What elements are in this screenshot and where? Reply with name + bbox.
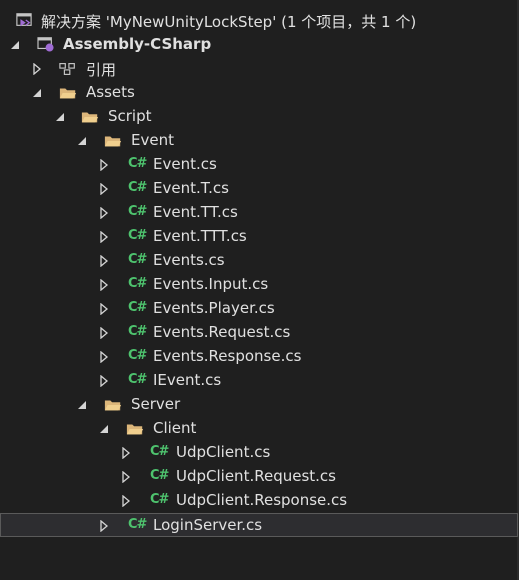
references-icon (59, 63, 75, 75)
collapsed-arrow-icon[interactable] (98, 351, 110, 363)
solution-icon (16, 13, 32, 27)
references-node[interactable]: 引用 (0, 57, 519, 81)
file-node[interactable]: C# Events.Input.cs (0, 273, 519, 297)
collapsed-arrow-icon[interactable] (98, 327, 110, 339)
solution-label: 解决方案 'MyNewUnityLockStep' (1 个项目，共 1 个) (41, 13, 417, 31)
collapsed-arrow-icon[interactable] (98, 231, 110, 243)
csharp-file-icon: C# (128, 228, 147, 243)
server-folder-label: Server (131, 395, 181, 413)
csharp-file-icon: C# (128, 252, 147, 267)
file-label: Events.Player.cs (153, 299, 275, 317)
collapsed-arrow-icon[interactable] (98, 279, 110, 291)
csharp-file-icon: C# (128, 324, 147, 339)
solution-node[interactable]: 解决方案 'MyNewUnityLockStep' (1 个项目，共 1 个) (0, 9, 519, 33)
expanded-arrow-icon[interactable] (76, 135, 88, 147)
file-node[interactable]: C# Events.Response.cs (0, 345, 519, 369)
expanded-arrow-icon[interactable] (76, 399, 88, 411)
collapsed-arrow-icon[interactable] (98, 183, 110, 195)
file-node[interactable]: C# Event.TTT.cs (0, 225, 519, 249)
assets-folder[interactable]: Assets (0, 81, 519, 105)
project-label: Assembly-CSharp (63, 35, 212, 53)
client-folder-label: Client (153, 419, 197, 437)
script-folder[interactable]: Script (0, 105, 519, 129)
collapsed-arrow-icon[interactable] (98, 207, 110, 219)
file-node[interactable]: C# Events.Player.cs (0, 297, 519, 321)
csharp-file-icon: C# (128, 300, 147, 315)
file-label: Events.Response.cs (153, 347, 302, 365)
file-node[interactable]: C# Events.cs (0, 249, 519, 273)
collapsed-arrow-icon[interactable] (31, 63, 43, 75)
file-label: Events.Input.cs (153, 275, 269, 293)
csharp-file-icon: C# (128, 276, 147, 291)
expanded-arrow-icon[interactable] (98, 423, 110, 435)
collapsed-arrow-icon[interactable] (120, 471, 132, 483)
event-folder[interactable]: Event (0, 129, 519, 153)
file-label: UdpClient.Response.cs (176, 491, 348, 509)
csharp-file-icon: C# (128, 372, 147, 387)
file-label: UdpClient.cs (176, 443, 271, 461)
assets-label: Assets (86, 83, 135, 101)
csharp-file-icon: C# (128, 204, 147, 219)
script-label: Script (108, 107, 152, 125)
file-node[interactable]: C# IEvent.cs (0, 369, 519, 393)
collapsed-arrow-icon[interactable] (120, 447, 132, 459)
file-label: Event.TTT.cs (153, 227, 247, 245)
event-folder-label: Event (131, 131, 174, 149)
file-node[interactable]: C# Events.Request.cs (0, 321, 519, 345)
open-folder-icon (59, 88, 77, 99)
open-folder-icon (104, 400, 122, 411)
file-label: Event.cs (153, 155, 217, 173)
file-node[interactable]: C# Event.TT.cs (0, 201, 519, 225)
csharp-file-icon: C# (128, 156, 147, 171)
open-folder-icon (81, 112, 99, 123)
collapsed-arrow-icon[interactable] (98, 375, 110, 387)
file-node[interactable]: C# Event.cs (0, 153, 519, 177)
csharp-file-icon: C# (150, 492, 169, 507)
file-label: Event.T.cs (153, 179, 229, 197)
file-node[interactable]: C# UdpClient.Request.cs (0, 465, 519, 489)
file-node[interactable]: C# UdpClient.cs (0, 441, 519, 465)
csharp-file-icon: C# (128, 180, 147, 195)
file-label: Events.Request.cs (153, 323, 291, 341)
collapsed-arrow-icon[interactable] (98, 159, 110, 171)
collapsed-arrow-icon[interactable] (98, 303, 110, 315)
csharp-file-icon: C# (150, 468, 169, 483)
csharp-file-icon: C# (128, 517, 147, 532)
file-label: Events.cs (153, 251, 225, 269)
clipped-header-text (0, 0, 519, 6)
file-label: IEvent.cs (153, 371, 222, 389)
expanded-arrow-icon[interactable] (54, 111, 66, 123)
csharp-file-icon: C# (150, 444, 169, 459)
expanded-arrow-icon[interactable] (31, 87, 43, 99)
client-folder[interactable]: Client (0, 417, 519, 441)
file-label: UdpClient.Request.cs (176, 467, 336, 485)
file-label: Event.TT.cs (153, 203, 238, 221)
collapsed-arrow-icon[interactable] (98, 255, 110, 267)
login-server-node[interactable]: C# LoginServer.cs (0, 513, 518, 537)
file-node[interactable]: C# Event.T.cs (0, 177, 519, 201)
file-label: LoginServer.cs (153, 516, 263, 534)
open-folder-icon (126, 424, 144, 435)
csharp-project-icon (37, 37, 54, 52)
collapsed-arrow-icon[interactable] (98, 520, 110, 532)
server-folder[interactable]: Server (0, 393, 519, 417)
expanded-arrow-icon[interactable] (9, 39, 21, 51)
references-label: 引用 (86, 61, 117, 79)
csharp-file-icon: C# (128, 348, 147, 363)
open-folder-icon (104, 136, 122, 147)
file-node[interactable]: C# UdpClient.Response.cs (0, 489, 519, 513)
project-node[interactable]: Assembly-CSharp (0, 33, 519, 57)
collapsed-arrow-icon[interactable] (120, 495, 132, 507)
